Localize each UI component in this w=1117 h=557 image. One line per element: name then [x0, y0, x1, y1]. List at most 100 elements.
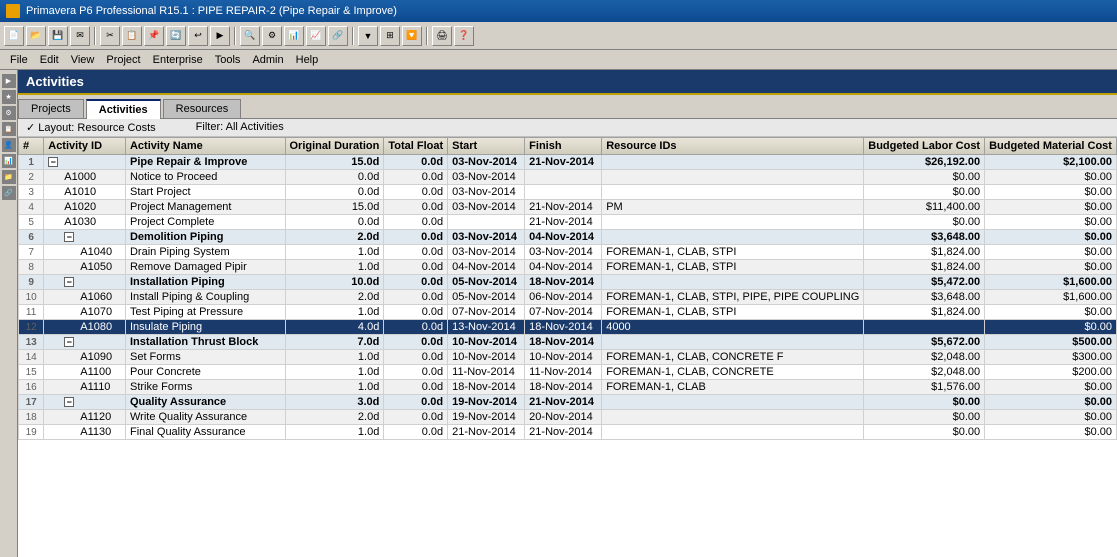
- table-row[interactable]: 1−Pipe Repair & Improve15.0d0.0d03-Nov-2…: [19, 155, 1117, 170]
- col-header-activity-name[interactable]: Activity Name: [125, 138, 285, 155]
- start-cell: [448, 215, 525, 230]
- table-row[interactable]: 8A1050Remove Damaged Pipir1.0d0.0d04-Nov…: [19, 260, 1117, 275]
- toolbar-btn-12[interactable]: 📊: [284, 26, 304, 46]
- start-cell: 03-Nov-2014: [448, 155, 525, 170]
- sidebar-icon-8[interactable]: 🔗: [2, 186, 16, 200]
- menu-admin[interactable]: Admin: [246, 53, 289, 67]
- activity-id-cell: −: [44, 335, 126, 350]
- table-row[interactable]: 3A1010Start Project0.0d0.0d03-Nov-2014$0…: [19, 185, 1117, 200]
- table-row[interactable]: 14A1090Set Forms1.0d0.0d10-Nov-201410-No…: [19, 350, 1117, 365]
- activity-name-cell: Set Forms: [125, 350, 285, 365]
- table-row[interactable]: 4A1020Project Management15.0d0.0d03-Nov-…: [19, 200, 1117, 215]
- sidebar-icon-6[interactable]: 📊: [2, 154, 16, 168]
- table-row[interactable]: 6−Demolition Piping2.0d0.0d03-Nov-201404…: [19, 230, 1117, 245]
- col-header-budgeted-labor[interactable]: Budgeted Labor Cost: [864, 138, 985, 155]
- table-row[interactable]: 10A1060Install Piping & Coupling2.0d0.0d…: [19, 290, 1117, 305]
- expand-icon[interactable]: −: [64, 277, 74, 287]
- sidebar-icon-5[interactable]: 👤: [2, 138, 16, 152]
- col-header-budgeted-material[interactable]: Budgeted Material Cost: [985, 138, 1117, 155]
- table-row[interactable]: 12A1080Insulate Piping4.0d0.0d13-Nov-201…: [19, 320, 1117, 335]
- menu-tools[interactable]: Tools: [209, 53, 247, 67]
- col-header-activity-id[interactable]: Activity ID: [44, 138, 126, 155]
- toolbar-btn-save[interactable]: 💾: [48, 26, 68, 46]
- col-header-finish[interactable]: Finish: [525, 138, 602, 155]
- budgeted-material-cell: $0.00: [985, 320, 1117, 335]
- toolbar-btn-copy[interactable]: 📋: [122, 26, 142, 46]
- table-row[interactable]: 2A1000Notice to Proceed0.0d0.0d03-Nov-20…: [19, 170, 1117, 185]
- toolbar-btn-paste[interactable]: 📌: [144, 26, 164, 46]
- activity-name-cell: Insulate Piping: [125, 320, 285, 335]
- expand-icon[interactable]: −: [64, 337, 74, 347]
- sidebar-icon-3[interactable]: ⚙: [2, 106, 16, 120]
- col-header-total-float[interactable]: Total Float: [384, 138, 448, 155]
- menu-view[interactable]: View: [65, 53, 101, 67]
- toolbar-btn-17[interactable]: 🔽: [402, 26, 422, 46]
- toolbar-btn-cut[interactable]: ✂: [100, 26, 120, 46]
- resource-ids-cell: [602, 395, 864, 410]
- orig-dur-cell: 0.0d: [285, 215, 384, 230]
- menu-help[interactable]: Help: [290, 53, 325, 67]
- menu-enterprise[interactable]: Enterprise: [147, 53, 209, 67]
- col-header-orig-dur[interactable]: Original Duration: [285, 138, 384, 155]
- budgeted-material-cell: $200.00: [985, 365, 1117, 380]
- col-header-num: #: [19, 138, 44, 155]
- sidebar-icon-2[interactable]: ★: [2, 90, 16, 104]
- table-row[interactable]: 17−Quality Assurance3.0d0.0d19-Nov-20142…: [19, 395, 1117, 410]
- table-row[interactable]: 19A1130Final Quality Assurance1.0d0.0d21…: [19, 425, 1117, 440]
- finish-cell: 21-Nov-2014: [525, 155, 602, 170]
- toolbar-btn-16[interactable]: ⊞: [380, 26, 400, 46]
- col-header-start[interactable]: Start: [448, 138, 525, 155]
- toolbar-btn-new[interactable]: 📄: [4, 26, 24, 46]
- table-row[interactable]: 15A1100Pour Concrete1.0d0.0d11-Nov-20141…: [19, 365, 1117, 380]
- sidebar-icon-1[interactable]: ▶: [2, 74, 16, 88]
- menu-file[interactable]: File: [4, 53, 34, 67]
- row-num: 17: [19, 395, 44, 410]
- toolbar-btn-open[interactable]: 📂: [26, 26, 46, 46]
- activity-id-cell: A1040: [44, 245, 126, 260]
- table-row[interactable]: 16A1110Strike Forms1.0d0.0d18-Nov-201418…: [19, 380, 1117, 395]
- table-row[interactable]: 7A1040Drain Piping System1.0d0.0d03-Nov-…: [19, 245, 1117, 260]
- toolbar-btn-18[interactable]: 🖨: [432, 26, 452, 46]
- row-num: 11: [19, 305, 44, 320]
- row-num: 18: [19, 410, 44, 425]
- activity-name-cell: Write Quality Assurance: [125, 410, 285, 425]
- resource-ids-cell: FOREMAN-1, CLAB, STPI: [602, 245, 864, 260]
- toolbar-btn-7[interactable]: 🔄: [166, 26, 186, 46]
- window-title: Primavera P6 Professional R15.1 : PIPE R…: [26, 5, 397, 17]
- budgeted-labor-cell: $0.00: [864, 215, 985, 230]
- resource-ids-cell: [602, 335, 864, 350]
- toolbar-btn-4[interactable]: ✉: [70, 26, 90, 46]
- toolbar-btn-13[interactable]: 📈: [306, 26, 326, 46]
- activity-name-cell: Notice to Proceed: [125, 170, 285, 185]
- table-row[interactable]: 13−Installation Thrust Block7.0d0.0d10-N…: [19, 335, 1117, 350]
- table-row[interactable]: 9−Installation Piping10.0d0.0d05-Nov-201…: [19, 275, 1117, 290]
- table-row[interactable]: 11A1070Test Piping at Pressure1.0d0.0d07…: [19, 305, 1117, 320]
- toolbar-btn-19[interactable]: ❓: [454, 26, 474, 46]
- toolbar-btn-10[interactable]: 🔍: [240, 26, 260, 46]
- table-wrapper[interactable]: # Activity ID Activity Name Original Dur…: [18, 137, 1117, 557]
- table-row[interactable]: 5A1030Project Complete0.0d0.0d21-Nov-201…: [19, 215, 1117, 230]
- filter-label: Filter: All Activities: [196, 121, 284, 134]
- tab-resources[interactable]: Resources: [163, 99, 242, 118]
- sidebar-icon-7[interactable]: 📁: [2, 170, 16, 184]
- table-row[interactable]: 18A1120Write Quality Assurance2.0d0.0d19…: [19, 410, 1117, 425]
- row-num: 4: [19, 200, 44, 215]
- resource-ids-cell: 4000: [602, 320, 864, 335]
- tab-activities[interactable]: Activities: [86, 99, 161, 119]
- sidebar-icon-4[interactable]: 📋: [2, 122, 16, 136]
- expand-icon[interactable]: −: [64, 397, 74, 407]
- toolbar-btn-15[interactable]: ▼: [358, 26, 378, 46]
- expand-icon[interactable]: −: [48, 157, 58, 167]
- toolbar-btn-8[interactable]: ↩: [188, 26, 208, 46]
- menu-project[interactable]: Project: [100, 53, 146, 67]
- toolbar-btn-9[interactable]: ▶: [210, 26, 230, 46]
- finish-cell: 03-Nov-2014: [525, 245, 602, 260]
- budgeted-material-cell: $1,600.00: [985, 275, 1117, 290]
- tab-projects[interactable]: Projects: [18, 99, 84, 118]
- toolbar-btn-14[interactable]: 🔗: [328, 26, 348, 46]
- expand-icon[interactable]: −: [64, 232, 74, 242]
- row-num: 12: [19, 320, 44, 335]
- toolbar-btn-11[interactable]: ⚙: [262, 26, 282, 46]
- col-header-resource-ids[interactable]: Resource IDs: [602, 138, 864, 155]
- menu-edit[interactable]: Edit: [34, 53, 65, 67]
